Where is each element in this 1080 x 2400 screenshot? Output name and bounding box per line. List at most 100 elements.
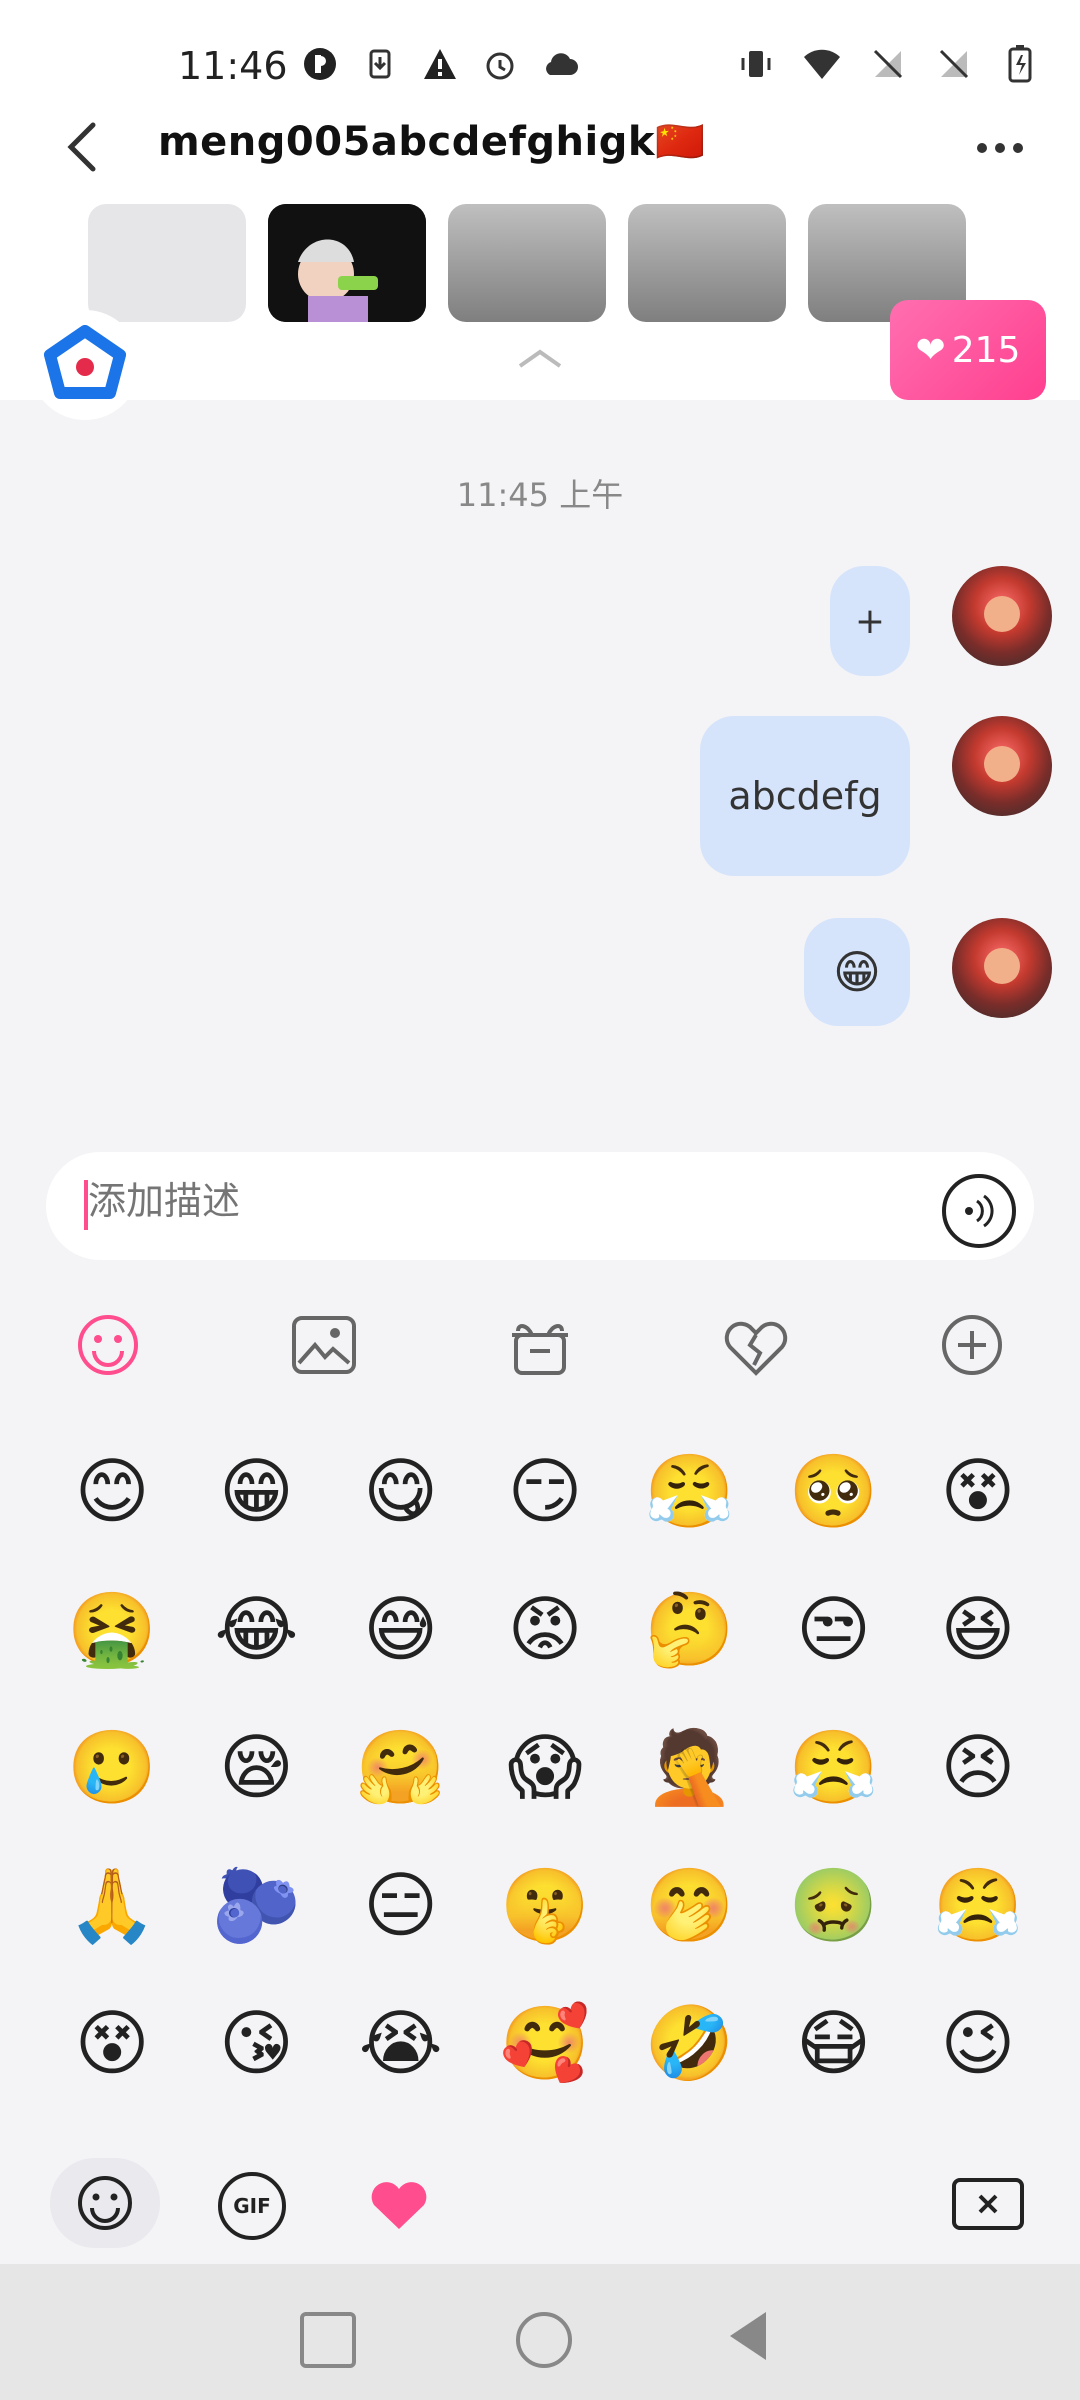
image-button[interactable] [289, 1310, 359, 1380]
wifi-icon [802, 44, 842, 84]
emoji[interactable]: 😵 [71, 2001, 153, 2085]
message-bubble[interactable]: + [830, 566, 910, 676]
plus-circle-icon [942, 1315, 1002, 1375]
thumbnail-image[interactable] [448, 204, 606, 322]
emoji[interactable]: 🙏 [67, 1863, 157, 1947]
emoji[interactable]: 😅 [360, 1587, 442, 1671]
app-logo [30, 310, 140, 420]
chat-title[interactable]: meng005abcdefghigk🇨🇳 [158, 118, 705, 165]
voice-button[interactable] [942, 1174, 1016, 1248]
message-text: + [854, 600, 886, 642]
voice-wave-icon [965, 1194, 994, 1228]
p-icon [300, 44, 340, 84]
collapse-chevron-icon[interactable] [516, 348, 564, 368]
gift-icon [512, 1324, 568, 1375]
add-button[interactable] [937, 1310, 1007, 1380]
message-bubble[interactable]: 😁 [804, 918, 910, 1026]
emoji[interactable]: 🤣 [644, 2001, 734, 2085]
thumbnail-row [88, 204, 966, 322]
emoji[interactable]: 😡 [504, 1587, 586, 1671]
emoji[interactable]: 😘 [215, 2001, 297, 2085]
back-nav-button[interactable] [730, 2312, 766, 2360]
likes-badge[interactable]: ❤ 215 [890, 300, 1046, 400]
download-icon [360, 44, 400, 84]
likes-count: 215 [951, 329, 1021, 371]
more-dot [977, 143, 987, 153]
emoji[interactable]: 🤢 [789, 1863, 879, 1947]
home-button[interactable] [516, 2312, 572, 2368]
hearts-icon: ❤ [915, 329, 946, 371]
vibrate-icon [736, 44, 776, 84]
emoji[interactable]: 😱 [504, 1725, 586, 1809]
emoji-panel-toolbar: GIF [0, 2158, 1080, 2248]
avatar[interactable] [952, 918, 1052, 1018]
chat-header: meng005abcdefghigk🇨🇳 [0, 100, 1080, 200]
avatar[interactable] [952, 716, 1052, 816]
attachment-toolbar [0, 1300, 1080, 1390]
emoji-grid: 😊 😁 😋 😏 😤 🥺 😵 🤮 😂 😅 😡 🤔 😒 😆 🥲 😪 🤗 😱 🤦 😤 … [40, 1449, 1050, 2086]
heart-icon [371, 2182, 427, 2229]
emoji[interactable]: 😊 [71, 1449, 153, 1533]
cartoon-image [268, 204, 426, 322]
emoji[interactable]: 🤗 [356, 1725, 446, 1809]
emoji[interactable]: 🫐 [212, 1863, 302, 1947]
emoji-tab-button[interactable] [73, 1310, 143, 1380]
heart-broken-icon [724, 1321, 788, 1376]
emoji[interactable]: 😤 [933, 1863, 1023, 1947]
no-signal-icon [934, 44, 974, 84]
emoji[interactable]: 😆 [937, 1587, 1019, 1671]
smiley-icon [78, 1315, 138, 1375]
message-bubble[interactable]: abcdefg [700, 716, 910, 876]
gif-button[interactable]: GIF [218, 2172, 286, 2240]
system-nav-bar [0, 2264, 1080, 2400]
heart-broken-button[interactable] [721, 1310, 791, 1380]
status-right-icons [736, 44, 1040, 84]
emoji[interactable]: 😋 [360, 1449, 442, 1533]
emoji[interactable]: 🤦 [644, 1725, 734, 1809]
thumbnail-image[interactable] [88, 204, 246, 322]
status-time: 11:46 [178, 44, 288, 88]
thumbnail-image[interactable] [628, 204, 786, 322]
emoji[interactable]: 😣 [937, 1725, 1019, 1809]
close-icon [978, 2194, 998, 2214]
more-dot [995, 143, 1005, 153]
backspace-button[interactable] [952, 2178, 1024, 2230]
emoji[interactable]: 😭 [359, 2001, 443, 2085]
media-strip: ❤ 215 [0, 200, 1080, 420]
emoji[interactable]: 😤 [644, 1449, 734, 1533]
emoji[interactable]: 🤮 [67, 1587, 157, 1671]
cloud-icon [540, 44, 580, 84]
gif-label: GIF [233, 2194, 271, 2218]
message-input[interactable] [86, 1180, 890, 1225]
thumbnail-image[interactable] [268, 204, 426, 322]
emoji[interactable]: 😤 [789, 1725, 879, 1809]
more-options-button[interactable] [960, 118, 1040, 178]
emoji[interactable]: 🥰 [500, 2001, 590, 2085]
status-left-icons [300, 44, 580, 84]
emoji[interactable]: 😪 [215, 1725, 297, 1809]
alarm-icon [480, 44, 520, 84]
emoji[interactable]: 😑 [360, 1863, 442, 1947]
emoji[interactable]: 🤫 [500, 1863, 590, 1947]
emoji[interactable]: 😉 [937, 2001, 1019, 2085]
recents-button[interactable] [300, 2312, 356, 2368]
no-signal-icon [868, 44, 908, 84]
emoji[interactable]: 🥺 [789, 1449, 879, 1533]
emoji[interactable]: 😂 [214, 1587, 298, 1671]
back-button[interactable] [52, 112, 112, 182]
message-emoji: 😁 [833, 945, 881, 999]
more-dot [1013, 143, 1023, 153]
emoji-panel-button[interactable] [50, 2158, 160, 2248]
avatar[interactable] [952, 566, 1052, 666]
emoji[interactable]: 🥲 [67, 1725, 157, 1809]
emoji[interactable]: 😷 [793, 2001, 875, 2085]
emoji[interactable]: 🤭 [644, 1863, 734, 1947]
chevron-left-icon [67, 122, 96, 172]
emoji[interactable]: 😒 [793, 1587, 875, 1671]
emoji[interactable]: 😵 [937, 1449, 1019, 1533]
emoji[interactable]: 😁 [215, 1449, 297, 1533]
gift-button[interactable] [505, 1310, 575, 1380]
emoji[interactable]: 😏 [504, 1449, 586, 1533]
favorite-button[interactable] [364, 2168, 434, 2238]
emoji[interactable]: 🤔 [644, 1587, 734, 1671]
